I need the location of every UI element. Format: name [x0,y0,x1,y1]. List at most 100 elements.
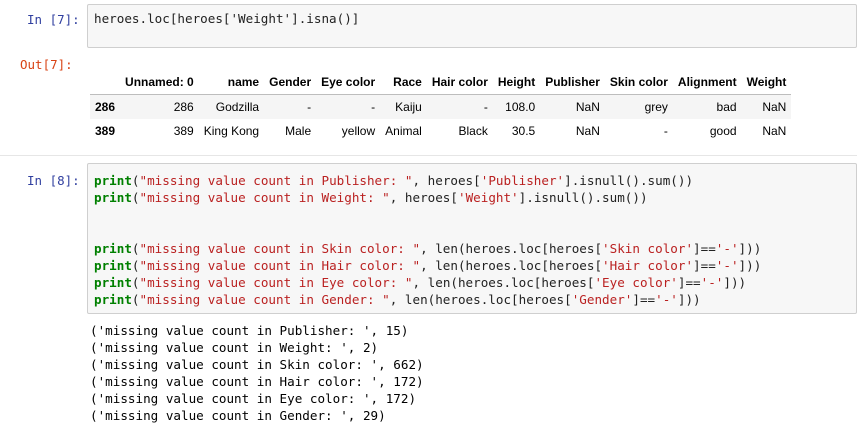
code-token: "missing value count in Gender: " [139,292,390,307]
column-header [90,70,121,95]
code-token: "missing value count in Hair color: " [139,258,421,273]
column-header: Hair color [426,70,493,95]
code-token: 'Gender' [571,292,633,307]
code-token: , len(heroes.loc[heroes[ [420,258,603,273]
cell-separator [0,155,857,156]
column-header: Weight [741,70,792,95]
code-token: print [94,173,132,188]
code-token: ].isnull().sum()) [518,190,648,205]
table-cell: bad [716,100,737,114]
code-line: print("missing value count in Hair color… [94,257,761,274]
code-token: ( [131,275,140,290]
code-token: , heroes[ [389,190,458,205]
column-header: Publisher [540,70,605,95]
code-token: '-' [715,241,739,256]
column-header: Eye color [316,70,381,95]
cell7-code-editor[interactable]: heroes.loc[heroes['Weight'].isna()] [87,4,857,48]
table-cell: NaN [575,124,600,138]
code-token: ]== [677,275,701,290]
cell7-in-prompt: In [7]: [27,12,80,27]
dataframe-output: Unnamed: 0 name Gender Eye color Race Hair co… [90,70,792,143]
code-token: print [94,275,132,290]
code-token: ]== [693,258,716,273]
table-cell: 30.5 [511,124,536,138]
table-cell: 286 [173,100,194,114]
output-line: ('missing value count in Skin color: ', … [90,357,424,372]
table-cell: 108.0 [505,100,536,114]
code-token: "missing value count in Eye color: " [139,275,413,290]
table-cell: NaN [762,124,787,138]
column-header: Unnamed: 0 [120,70,199,95]
table-row: 286 286 Godzilla - - Kaiju - 108.0 NaN grey bad NaN [90,94,792,119]
code-token: , len(heroes.loc[heroes[ [412,275,595,290]
table-cell: 389 [173,124,194,138]
code-token: ]== [632,292,656,307]
code-token: ])) [738,241,762,256]
code-token: "missing value count in Skin color: " [139,241,421,256]
output-line: ('missing value count in Eye color: ', 1… [90,391,417,406]
code-token: "missing value count in Publisher: " [139,173,413,188]
table-cell: - [307,100,312,114]
row-index: 389 [95,124,116,138]
code-token: print [94,292,132,307]
code-token: '-' [700,275,724,290]
table-cell: - [483,100,488,114]
table-cell: NaN [762,100,787,114]
code-token: 'Hair color' [602,258,694,273]
table-cell: Animal [385,124,422,138]
table-cell: yellow [341,124,376,138]
cell7-code: heroes.loc[heroes['Weight'].isna()] [94,11,360,26]
output-line: ('missing value count in Gender: ', 29) [90,408,386,423]
table-cell: King Kong [203,124,260,138]
code-token: ( [131,173,140,188]
code-token: 'Publisher' [480,173,565,188]
code-token: ( [131,190,140,205]
code-token: , heroes[ [412,173,481,188]
code-token: ( [131,292,140,307]
code-token: ( [131,258,140,273]
column-header: Gender [264,70,317,95]
code-line: print("missing value count in Weight: ",… [94,189,761,206]
table-cell: Male [285,124,312,138]
code-token: , len(heroes.loc[heroes[ [389,292,572,307]
code-token: ])) [738,258,762,273]
column-header: Race [380,70,427,95]
cell7-out-prompt: Out[7]: [20,57,73,72]
code-token: 'Skin color' [602,241,694,256]
table-row: 389 389 King Kong Male yellow Animal Black 30.5… [90,119,791,143]
column-header: name [198,70,265,95]
code-token: 'Weight' [457,190,519,205]
code-token: , len(heroes.loc[heroes[ [420,241,603,256]
table-cell: - [371,100,376,114]
code-token: "missing value count in Weight: " [139,190,390,205]
code-token: print [94,258,132,273]
code-token: ])) [723,275,747,290]
column-header: Skin color [604,70,673,95]
code-line: print("missing value count in Skin color… [94,240,761,257]
table-cell: Black [458,124,488,138]
code-token: ].isnull().sum()) [564,173,694,188]
code-token: print [94,190,132,205]
column-header: Alignment [672,70,742,95]
code-token: '-' [715,258,739,273]
table-cell: Godzilla [215,100,260,114]
dataframe-header-row: Unnamed: 0 name Gender Eye color Race Hair co… [90,70,792,95]
code-token: ])) [677,292,701,307]
cell8-output: ('missing value count in Publisher: ', 1… [90,322,424,424]
output-line: ('missing value count in Weight: ', 2) [90,340,379,355]
table-cell: good [709,124,737,138]
table-cell: grey [644,100,668,114]
cell8-code-editor[interactable]: print("missing value count in Publisher:… [87,163,857,314]
code-token: print [94,241,132,256]
code-line: print("missing value count in Eye color:… [94,274,761,291]
output-line: ('missing value count in Hair color: ', … [90,374,424,389]
table-cell: NaN [575,100,600,114]
output-line: ('missing value count in Publisher: ', 1… [90,323,409,338]
code-line: print("missing value count in Publisher:… [94,172,761,189]
row-index: 286 [95,100,116,114]
cell8-in-prompt: In [8]: [27,173,80,188]
cell8-code: print("missing value count in Publisher:… [94,172,761,308]
code-line: print("missing value count in Gender: ",… [94,291,761,308]
